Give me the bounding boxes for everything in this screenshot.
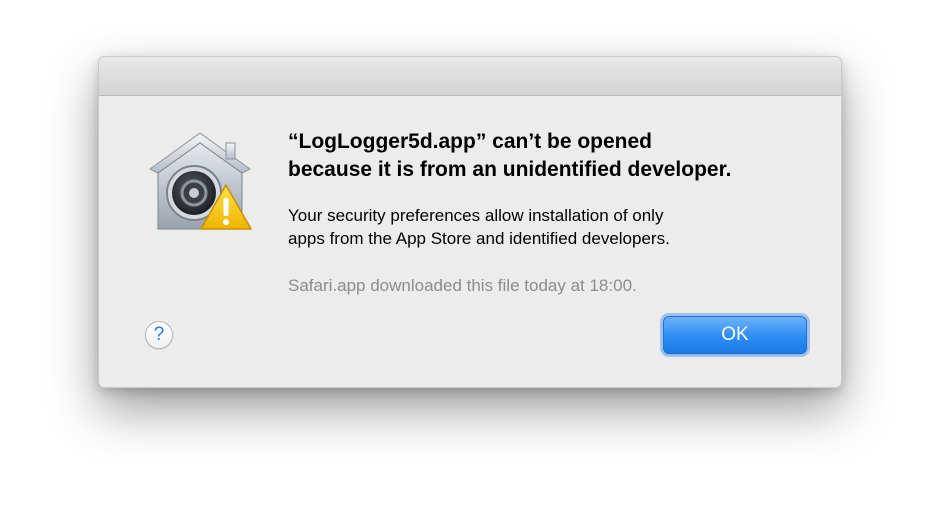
- security-alert-dialog: “LogLogger5d.app” can’t be opened becaus…: [98, 56, 842, 388]
- message-line-1: Your security preferences allow installa…: [288, 206, 664, 225]
- message-line-2: apps from the App Store and identified d…: [288, 229, 670, 248]
- gatekeeper-warning-icon: [142, 129, 257, 234]
- headline-line-2: because it is from an unidentified devel…: [288, 158, 732, 181]
- dialog-titlebar[interactable]: [99, 57, 841, 96]
- alert-message: Your security preferences allow installa…: [288, 204, 828, 250]
- alert-headline: “LogLogger5d.app” can’t be opened becaus…: [288, 128, 828, 184]
- download-info-text: Safari.app downloaded this file today at…: [288, 276, 637, 295]
- headline-line-1: “LogLogger5d.app” can’t be opened: [288, 130, 653, 153]
- ok-button[interactable]: OK: [663, 316, 807, 354]
- help-button[interactable]: ?: [145, 321, 173, 349]
